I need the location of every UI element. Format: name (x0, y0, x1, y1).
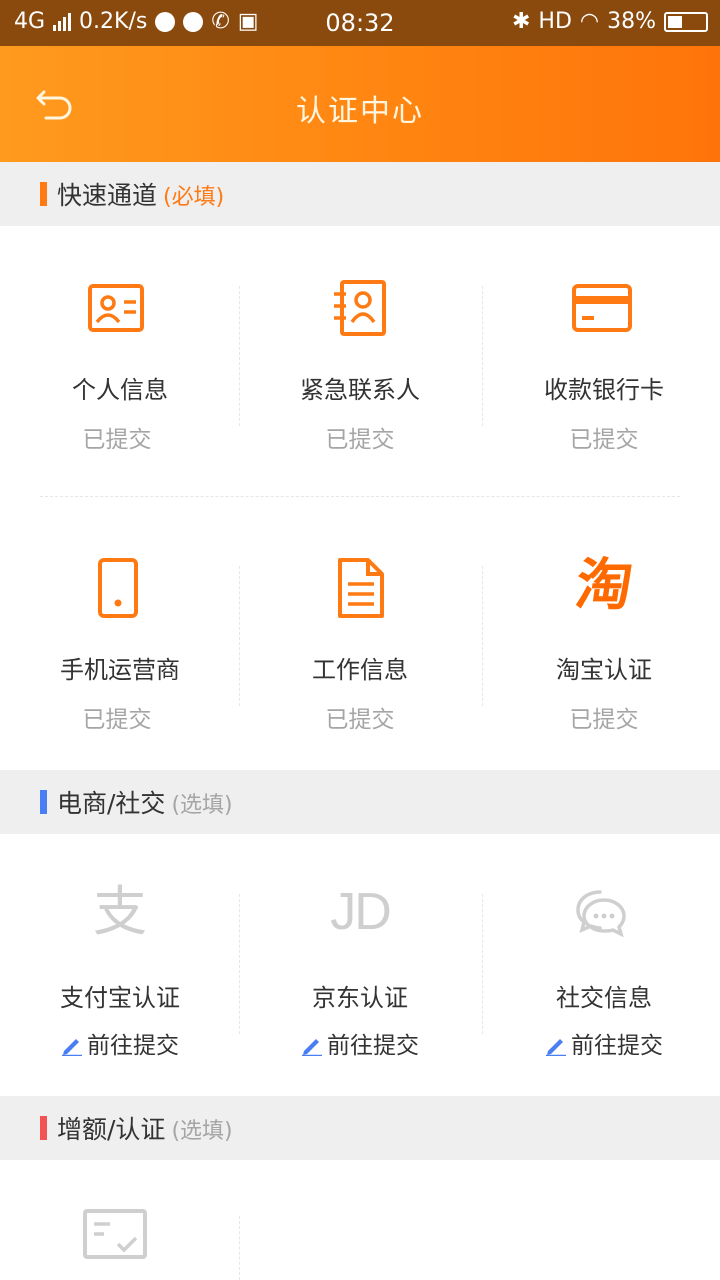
bank-card-icon (572, 284, 632, 332)
page-title: 认证中心 (296, 94, 424, 129)
section-title: 增额/认证 (选填) (57, 1110, 233, 1146)
item-status: 已提交 (82, 707, 152, 733)
wifi-icon: ◠ (579, 9, 600, 34)
item-label: 个人信息 (72, 376, 168, 404)
section-accent-bar (40, 790, 47, 814)
divider (482, 286, 483, 426)
section-header-ecommerce-social: 电商/社交 (选填) (0, 770, 720, 834)
document-icon (338, 558, 384, 618)
item-label: 紧急联系人 (300, 376, 420, 404)
section-title: 快速通道 (必填) (57, 176, 224, 212)
fast-track-grid: 个人信息 已提交 紧急联系人 已提交 收款银行卡 已提交 手机运营商 已提交 工… (0, 226, 720, 770)
section-subtitle: (必填) (163, 185, 225, 210)
contact-book-icon (334, 280, 386, 336)
chat-bubble-icon (576, 890, 626, 938)
divider (40, 496, 680, 497)
item-status: 已提交 (569, 707, 639, 733)
pencil-icon (546, 1039, 566, 1057)
section-accent-bar (40, 1116, 47, 1140)
auth-item-bank-card[interactable]: 收款银行卡 已提交 (484, 226, 720, 486)
item-status: 已提交 (325, 427, 395, 453)
section-header-fast-track: 快速通道 (必填) (0, 162, 720, 226)
divider (482, 894, 483, 1034)
submit-link[interactable]: 前往提交 (240, 1026, 480, 1060)
item-label: 收款银行卡 (544, 376, 664, 404)
auth-item-mobile-carrier[interactable]: 手机运营商 已提交 (0, 506, 240, 766)
pencil-icon (62, 1039, 82, 1057)
section-subtitle: (选填) (171, 793, 233, 818)
battery-percent: 38% (607, 9, 656, 34)
item-label: 淘宝认证 (556, 656, 652, 684)
taobao-icon: 淘 (571, 553, 637, 618)
auth-item-taobao[interactable]: 淘 淘宝认证 已提交 (484, 506, 720, 766)
header: 认证中心 (0, 46, 720, 162)
auth-item-alipay[interactable]: 支 支付宝认证 前往提交 (0, 834, 240, 1094)
section-title-text: 快速通道 (57, 181, 158, 210)
item-label: 京东认证 (312, 984, 408, 1012)
credit-boost-grid (0, 1160, 720, 1280)
auth-item-emergency-contact[interactable]: 紧急联系人 已提交 (240, 226, 480, 486)
item-status: 已提交 (82, 427, 152, 453)
certificate-icon (83, 1209, 147, 1259)
submit-link[interactable]: 前往提交 (484, 1026, 720, 1060)
mobile-phone-icon (98, 558, 138, 618)
auth-item-jd[interactable]: JD 京东认证 前往提交 (240, 834, 480, 1094)
section-subtitle: (选填) (171, 1119, 233, 1144)
status-bar: 4G 0.2K/s ✆ ▣ 08:32 ✱ HD ◠ 38% (0, 0, 720, 46)
battery-icon (664, 11, 708, 32)
pencil-icon (302, 1039, 322, 1057)
section-accent-bar (40, 182, 47, 206)
submit-link[interactable]: 前往提交 (0, 1026, 240, 1060)
hd-label: HD (538, 9, 572, 34)
auth-item-work-info[interactable]: 工作信息 已提交 (240, 506, 480, 766)
submit-link-text: 前往提交 (327, 1033, 419, 1059)
bluetooth-icon: ✱ (511, 9, 531, 34)
section-header-credit-boost: 增额/认证 (选填) (0, 1096, 720, 1160)
section-title: 电商/社交 (选填) (57, 784, 233, 820)
id-card-icon (88, 284, 144, 332)
item-label: 工作信息 (312, 656, 408, 684)
ecommerce-social-grid: 支 支付宝认证 前往提交 JD 京东认证 前往提交 社交信息 前往提交 (0, 834, 720, 1094)
item-status: 已提交 (325, 707, 395, 733)
section-title-text: 增额/认证 (57, 1115, 166, 1144)
auth-item-social-info[interactable]: 社交信息 前往提交 (484, 834, 720, 1094)
item-status: 已提交 (569, 427, 639, 453)
alipay-icon: 支 (93, 880, 147, 943)
auth-item-personal-info[interactable]: 个人信息 已提交 (0, 226, 240, 486)
item-label: 社交信息 (556, 984, 652, 1012)
submit-link-text: 前往提交 (571, 1033, 663, 1059)
item-label: 支付宝认证 (60, 984, 180, 1012)
submit-link-text: 前往提交 (87, 1033, 179, 1059)
status-right: ✱ HD ◠ 38% (512, 9, 708, 34)
auth-item-credit-certificate[interactable] (0, 1160, 240, 1280)
divider (482, 566, 483, 706)
jd-icon: JD (330, 883, 392, 941)
item-label: 手机运营商 (60, 656, 180, 684)
section-title-text: 电商/社交 (57, 789, 166, 818)
